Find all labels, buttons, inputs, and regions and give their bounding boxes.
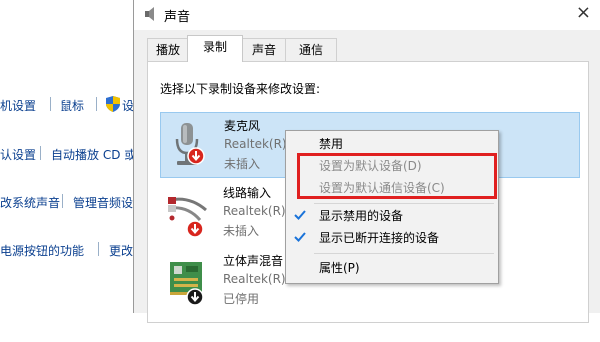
speaker-icon [145, 7, 154, 21]
device-status: 未插入 [223, 224, 260, 238]
menu-item-show-disconnected[interactable]: 显示已断开连接的设备 [286, 227, 498, 249]
device-name: 立体声混音 [223, 254, 284, 268]
device-name: 线路输入 [223, 186, 272, 200]
menu-item-properties[interactable]: 属性(P) [286, 257, 498, 279]
link-separator [50, 97, 51, 111]
link-power-button[interactable]: 电源按钮的功能 [0, 242, 84, 259]
highlight-box [297, 153, 497, 199]
device-driver: Realtek(R) [224, 137, 287, 151]
link-separator [96, 97, 97, 111]
tab-communications[interactable]: 通信 [285, 38, 337, 61]
device-driver: Realtek(R) [223, 204, 286, 218]
menu-item-label: 显示已断开连接的设备 [319, 231, 440, 245]
menu-item-label: 显示禁用的设备 [319, 209, 404, 223]
link-change[interactable]: 更改 [109, 242, 133, 259]
device-status: 已停用 [223, 292, 260, 306]
link-separator [40, 146, 41, 160]
close-button[interactable]: × [576, 2, 591, 23]
link-separator [98, 242, 99, 256]
menu-separator [314, 203, 494, 204]
link-manage-audio[interactable]: 管理音频设 [73, 194, 133, 211]
shield-icon [106, 96, 120, 112]
checkmark-icon [294, 232, 306, 242]
link-autoplay[interactable]: 自动播放 CD 或 [51, 146, 136, 163]
menu-item-show-disabled[interactable]: 显示禁用的设备 [286, 205, 498, 227]
unplugged-status-icon [186, 220, 204, 238]
tab-recording[interactable]: 录制 [187, 35, 243, 62]
link-separator [62, 194, 63, 208]
tab-sounds[interactable]: 声音 [241, 38, 287, 61]
tab-playback[interactable]: 播放 [147, 38, 189, 61]
link-default-settings[interactable]: 认设置 [0, 146, 36, 163]
checkmark-icon [294, 210, 306, 220]
unplugged-status-icon [187, 147, 205, 165]
link-system-sounds[interactable]: 改系统声音 [0, 194, 60, 211]
menu-item-label: 禁用 [319, 137, 344, 151]
device-name: 麦克风 [224, 119, 261, 133]
dialog-title: 声音 [164, 10, 191, 25]
link-mouse[interactable]: 鼠标 [60, 97, 84, 114]
device-driver: Realtek(R) [223, 272, 286, 286]
title-bar: 声音 × [134, 0, 600, 30]
disabled-status-icon [186, 288, 204, 306]
menu-item-label: 属性(P) [319, 261, 360, 275]
menu-separator [314, 253, 494, 254]
link-device-settings[interactable]: 机设置 [0, 97, 36, 114]
device-status: 未插入 [224, 157, 261, 171]
instruction-text: 选择以下录制设备来修改设置: [160, 82, 321, 96]
menu-item-disable[interactable]: 禁用 [286, 133, 498, 155]
